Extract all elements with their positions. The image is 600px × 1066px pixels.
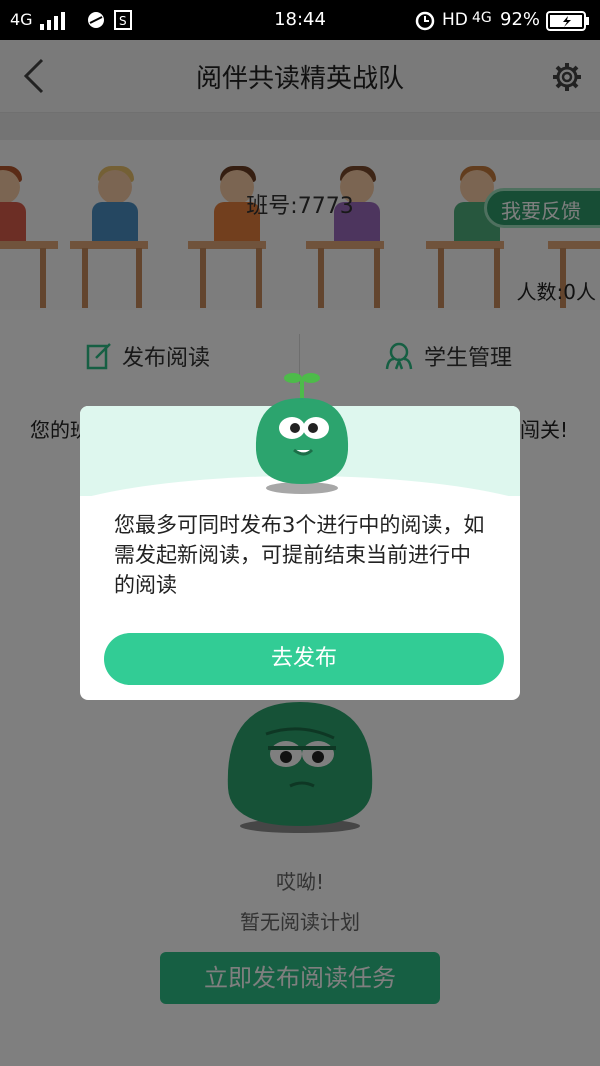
alarm-icon [414, 9, 436, 35]
sprout-blob-mascot [252, 370, 352, 500]
dialog-message: 您最多可同时发布3个进行中的阅读，如需发起新阅读，可提前结束当前进行中的阅读 [114, 513, 485, 597]
battery-icon [546, 11, 590, 35]
network2-label: 4G [472, 10, 492, 26]
status-bar: 4G S 18:44 HD 4G 92% [0, 0, 600, 40]
battery-percent: 92% [500, 9, 541, 30]
go-publish-button[interactable]: 去发布 [104, 633, 504, 685]
hd-label: HD [442, 10, 468, 30]
